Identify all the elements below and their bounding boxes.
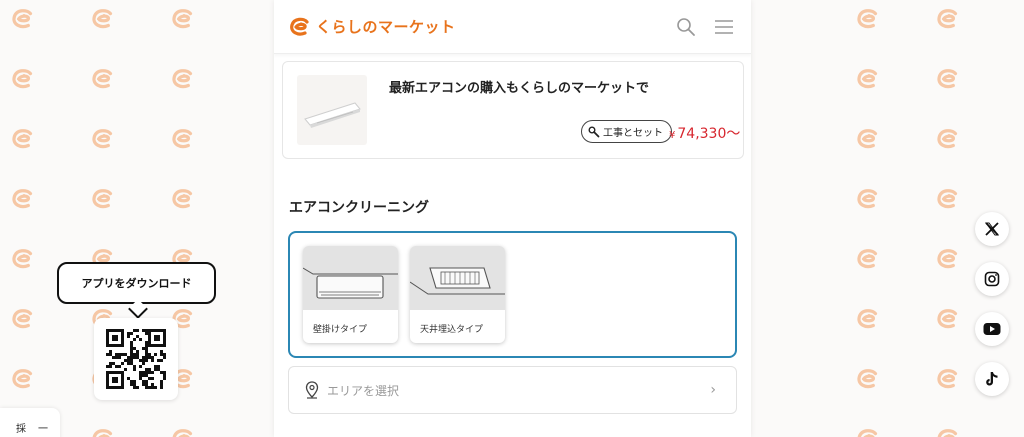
pattern-logo-icon xyxy=(857,9,878,29)
site-header: くらしのマーケット xyxy=(274,0,751,54)
recruit-tab[interactable]: 採 一 xyxy=(0,408,60,437)
pattern-logo-icon xyxy=(937,129,958,149)
recruit-label-2: 一 xyxy=(38,424,48,435)
pattern-logo-icon xyxy=(92,9,113,29)
wall-mounted-aircon-illustration xyxy=(303,246,398,310)
pattern-logo-icon xyxy=(12,129,33,149)
type-label: 壁掛けタイプ xyxy=(313,325,368,335)
price-symbol: ¥ xyxy=(669,130,676,141)
banner-title: 最新エアコンの購入もくらしのマーケットで xyxy=(389,81,650,96)
pattern-logo-icon xyxy=(857,189,878,209)
aircon-purchase-banner[interactable]: 最新エアコンの購入もくらしのマーケットで 工事とセット ¥74,330〜 xyxy=(282,61,744,159)
wrench-icon xyxy=(588,126,600,137)
pattern-logo-icon xyxy=(937,189,958,209)
logo-mark-icon xyxy=(290,17,309,36)
youtube-icon[interactable] xyxy=(975,312,1009,346)
pattern-logo-icon xyxy=(857,309,878,329)
pattern-logo-icon xyxy=(172,69,193,89)
type-card-ceiling-embedded[interactable]: 天井埋込タイプ xyxy=(410,246,505,343)
pattern-logo-icon xyxy=(92,129,113,149)
pattern-logo-icon xyxy=(857,129,878,149)
aircon-type-selector: 壁掛けタイプ 天井埋込タイプ xyxy=(288,231,737,358)
app-download-bubble[interactable]: アプリをダウンロード xyxy=(57,262,216,319)
air-conditioner-image xyxy=(297,75,367,145)
price: ¥74,330〜 xyxy=(669,123,740,143)
pattern-logo-icon xyxy=(12,189,33,209)
pattern-logo-icon xyxy=(937,369,958,389)
pattern-logo-icon xyxy=(12,9,33,29)
pattern-logo-icon xyxy=(172,189,193,209)
pattern-logo-icon xyxy=(92,69,113,89)
pattern-logo-icon xyxy=(937,429,958,437)
install-set-badge: 工事とセット xyxy=(581,120,672,143)
pattern-logo-icon xyxy=(12,249,33,269)
pattern-logo-icon xyxy=(12,309,33,329)
section-title: エアコンクリーニング xyxy=(289,200,429,216)
site-logo[interactable]: くらしのマーケット xyxy=(288,15,456,39)
logo-text: くらしのマーケット xyxy=(316,18,456,36)
pattern-logo-icon xyxy=(92,429,113,437)
pattern-logo-icon xyxy=(857,249,878,269)
tiktok-icon[interactable] xyxy=(975,362,1009,396)
pattern-logo-icon xyxy=(92,189,113,209)
area-placeholder: エリアを選択 xyxy=(327,383,400,398)
type-card-wall-mounted[interactable]: 壁掛けタイプ xyxy=(303,246,398,343)
qr-code xyxy=(94,318,178,400)
pattern-logo-icon xyxy=(12,69,33,89)
pattern-logo-icon xyxy=(857,69,878,89)
location-pin-icon xyxy=(305,381,319,399)
badge-label: 工事とセット xyxy=(603,128,663,139)
price-value: 74,330 xyxy=(677,126,727,142)
chevron-right-icon: › xyxy=(710,382,716,398)
area-select-button[interactable]: エリアを選択 › xyxy=(288,366,737,414)
type-label: 天井埋込タイプ xyxy=(420,325,484,335)
price-suffix: 〜 xyxy=(726,126,741,142)
recruit-label-1: 採 xyxy=(16,424,26,435)
app-download-promo: アプリをダウンロード xyxy=(57,262,216,400)
x-icon[interactable] xyxy=(975,212,1009,246)
pattern-logo-icon xyxy=(857,369,878,389)
search-icon[interactable] xyxy=(675,16,697,38)
main-column: くらしのマーケット 最新エアコンの購入もくらしのマーケットで 工事とセット ¥ … xyxy=(274,0,751,437)
pattern-logo-icon xyxy=(937,309,958,329)
pattern-logo-icon xyxy=(172,429,193,437)
bubble-text: アプリをダウンロード xyxy=(81,277,192,290)
pattern-logo-icon xyxy=(857,429,878,437)
instagram-icon[interactable] xyxy=(975,262,1009,296)
pattern-logo-icon xyxy=(937,69,958,89)
ceiling-aircon-illustration xyxy=(410,246,505,310)
pattern-logo-icon xyxy=(172,129,193,149)
pattern-logo-icon xyxy=(937,9,958,29)
pattern-logo-icon xyxy=(172,9,193,29)
pattern-logo-icon xyxy=(937,249,958,269)
qr-code-graphic xyxy=(106,329,166,389)
pattern-logo-icon xyxy=(12,369,33,389)
header-actions xyxy=(675,16,735,38)
menu-icon[interactable] xyxy=(713,16,735,38)
